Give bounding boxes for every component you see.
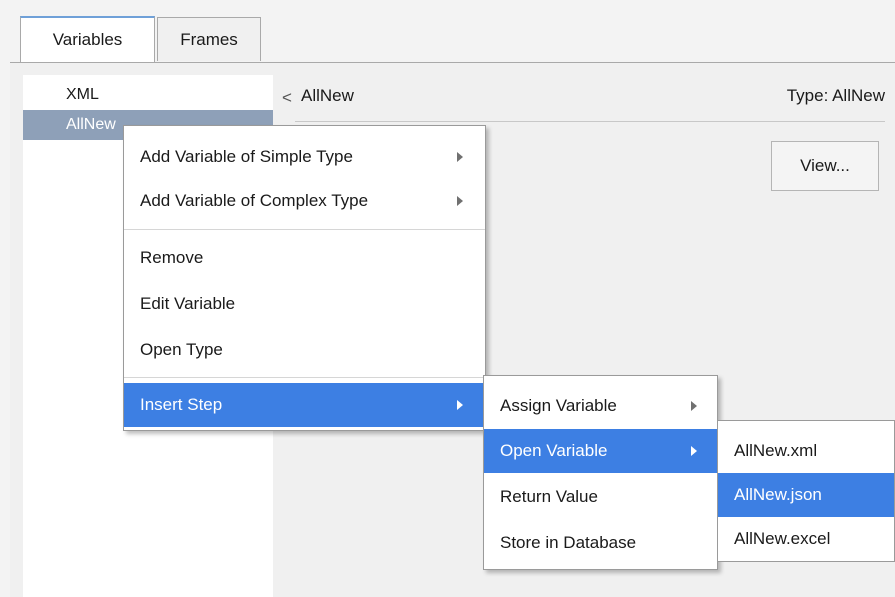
variable-item-label: AllNew xyxy=(66,116,116,133)
menu-item-label: Remove xyxy=(140,248,204,267)
menu-item-add-simple-type[interactable]: Add Variable of Simple Type xyxy=(124,135,485,179)
submenu-arrow-icon xyxy=(691,401,697,411)
tab-divider xyxy=(10,62,895,63)
menu-separator xyxy=(124,377,485,378)
variable-item-label: XML xyxy=(66,86,99,103)
context-menu: Add Variable of Simple Type Add Variable… xyxy=(123,125,486,431)
menu-item-open-variable[interactable]: Open Variable xyxy=(484,429,717,473)
detail-divider xyxy=(295,121,885,122)
submenu-arrow-icon xyxy=(457,400,463,410)
menu-item-insert-step[interactable]: Insert Step xyxy=(124,383,485,427)
menu-separator xyxy=(124,229,485,230)
menu-item-label: Assign Variable xyxy=(500,396,617,415)
submenu-arrow-icon xyxy=(457,152,463,162)
menu-item-label: Edit Variable xyxy=(140,294,236,313)
menu-item-allnew-xml[interactable]: AllNew.xml xyxy=(718,429,894,473)
view-button-label: View... xyxy=(800,156,850,175)
menu-item-open-type[interactable]: Open Type xyxy=(124,328,485,372)
tab-frames-label: Frames xyxy=(180,29,238,49)
menu-item-allnew-json[interactable]: AllNew.json xyxy=(718,473,894,517)
submenu-arrow-icon xyxy=(457,196,463,206)
menu-item-assign-variable[interactable]: Assign Variable xyxy=(484,384,717,428)
menu-item-store-in-database[interactable]: Store in Database xyxy=(484,521,717,565)
menu-item-allnew-excel[interactable]: AllNew.excel xyxy=(718,517,894,561)
variable-type-label: Type: AllNew xyxy=(786,86,885,105)
collapse-chevron-icon[interactable]: < xyxy=(282,88,292,108)
submenu-arrow-icon xyxy=(691,446,697,456)
variable-detail-title: AllNew xyxy=(301,86,354,105)
menu-item-return-value[interactable]: Return Value xyxy=(484,475,717,519)
open-variable-submenu: AllNew.xml AllNew.json AllNew.excel xyxy=(717,420,895,562)
insert-step-submenu: Assign Variable Open Variable Return Val… xyxy=(483,375,718,570)
menu-item-label: AllNew.excel xyxy=(734,529,831,548)
menu-item-label: AllNew.xml xyxy=(734,441,818,460)
tab-frames[interactable]: Frames xyxy=(157,17,261,61)
menu-item-label: Open Type xyxy=(140,340,223,359)
menu-item-label: Insert Step xyxy=(140,395,223,414)
tab-variables-label: Variables xyxy=(52,30,123,49)
variable-item-xml[interactable]: XML xyxy=(23,80,273,110)
menu-item-label: Add Variable of Simple Type xyxy=(140,147,353,166)
menu-item-label: Return Value xyxy=(500,487,598,506)
tab-variables[interactable]: Variables xyxy=(20,16,155,62)
menu-item-remove[interactable]: Remove xyxy=(124,236,485,280)
menu-item-label: Add Variable of Complex Type xyxy=(140,191,369,210)
menu-item-label: Store in Database xyxy=(500,533,637,552)
menu-item-label: Open Variable xyxy=(500,441,608,460)
view-button[interactable]: View... xyxy=(771,141,879,191)
menu-item-add-complex-type[interactable]: Add Variable of Complex Type xyxy=(124,179,485,223)
menu-item-edit-variable[interactable]: Edit Variable xyxy=(124,282,485,326)
menu-item-label: AllNew.json xyxy=(734,485,822,504)
